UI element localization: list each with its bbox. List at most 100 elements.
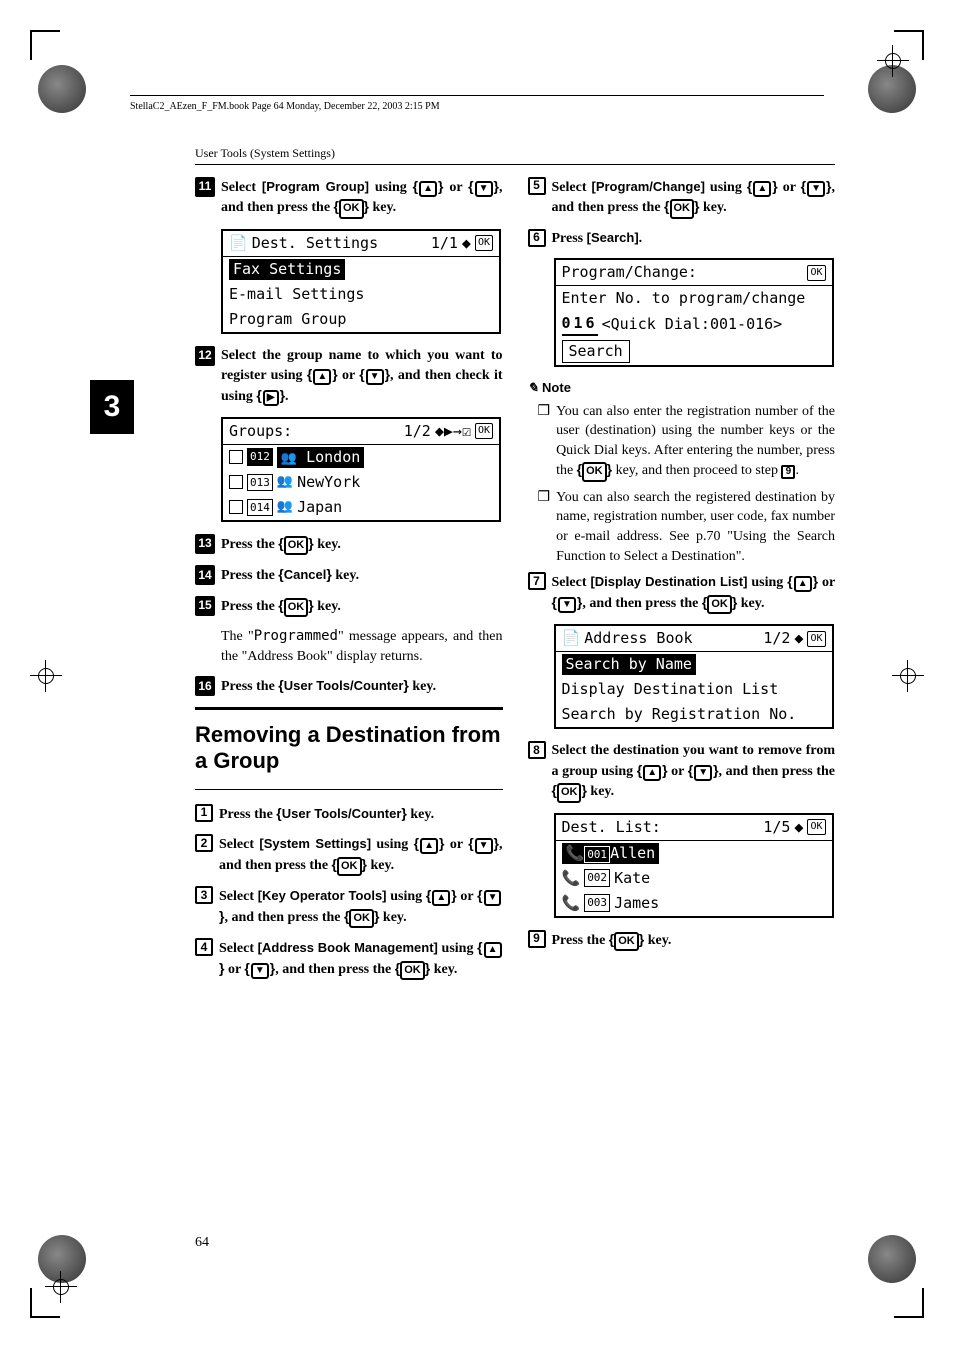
note-heading: ✎ Note xyxy=(528,379,836,397)
crop-mark xyxy=(30,30,60,60)
step-a2: 2 Select [System Settings] using {▲} or … xyxy=(195,834,503,876)
lcd-item: Enter No. to program/change xyxy=(556,286,832,311)
header-text: StellaC2_AEzen_F_FM.book Page 64 Monday,… xyxy=(130,100,440,114)
lcd-badge: 012 xyxy=(247,448,273,465)
step-number-icon: 1 xyxy=(195,804,213,822)
section-rule xyxy=(195,789,503,790)
lcd-hint: <Quick Dial:001-016> xyxy=(602,314,783,335)
lcd-badge: 002 xyxy=(584,869,610,886)
step-text: Press the {OK} key. xyxy=(221,596,503,617)
step-a9: 9 Press the {OK} key. xyxy=(528,930,836,951)
lcd-dest-list: Dest. List:1/5◆OK 📞001Allen 📞002Kate 📞00… xyxy=(554,813,834,918)
step-a5: 5 Select [Program/Change] using {▲} or {… xyxy=(528,177,836,219)
step-number-icon: 13 xyxy=(195,534,215,554)
step-a6: 6 Press [Search]. xyxy=(528,229,836,249)
left-column: 11 Select [Program Group] using {▲} or {… xyxy=(195,177,503,990)
step-text: Select the group name to which you want … xyxy=(221,346,503,407)
lcd-item-selected: Allen xyxy=(610,844,655,862)
lcd-title: Program/Change: xyxy=(562,262,697,283)
step-number-icon: 6 xyxy=(528,229,546,247)
step-number-icon: 7 xyxy=(528,572,546,590)
running-head: User Tools (System Settings) xyxy=(195,145,835,165)
lcd-item: E-mail Settings xyxy=(223,282,499,307)
registration-mark xyxy=(877,45,909,77)
section-heading: Removing a Destination from a Group xyxy=(195,722,503,775)
step-13: 13 Press the {OK} key. xyxy=(195,534,503,555)
lcd-item: NewYork xyxy=(297,472,360,493)
step-text: Press the {OK} key. xyxy=(221,534,503,555)
lcd-item: Program Group xyxy=(223,307,499,332)
lcd-number-input: 016 xyxy=(562,313,598,336)
step-text: Select [Program Group] using {▲} or {▼},… xyxy=(221,177,503,219)
lcd-groups: Groups:1/2◆▶→☑OK 012👥 London 013👥 NewYor… xyxy=(221,417,501,522)
lcd-item: Japan xyxy=(297,497,342,518)
step-a8: 8 Select the destination you want to rem… xyxy=(528,741,836,803)
step-number-icon: 2 xyxy=(195,834,213,852)
step-text: Press the {Cancel} key. xyxy=(221,565,503,586)
step-text: Press the {User Tools/Counter} key. xyxy=(221,676,503,697)
registration-mark xyxy=(892,660,924,692)
step-15-body: The "Programmed" message appears, and th… xyxy=(221,627,503,666)
step-number-icon: 4 xyxy=(195,938,213,956)
step-a7: 7 Select [Display Destination List] usin… xyxy=(528,572,836,614)
section-rule xyxy=(195,707,503,710)
step-text: Select the destination you want to remov… xyxy=(552,741,836,803)
step-text: Select [Display Destination List] using … xyxy=(552,572,836,614)
step-a1: 1 Press the {User Tools/Counter} key. xyxy=(195,804,503,825)
step-number-icon: 16 xyxy=(195,676,215,696)
step-a3: 3 Select [Key Operator Tools] using {▲} … xyxy=(195,886,503,928)
step-text: Select [Address Book Management] using {… xyxy=(219,938,503,980)
chapter-tab: 3 xyxy=(90,380,134,434)
lcd-item-selected: Search by Name xyxy=(562,654,696,675)
lcd-badge: 013 xyxy=(247,474,273,491)
registration-mark xyxy=(45,1271,77,1303)
step-number-icon: 5 xyxy=(528,177,546,195)
lcd-item: Search by Registration No. xyxy=(556,702,832,727)
step-number-icon: 15 xyxy=(195,596,215,616)
corner-decoration xyxy=(868,1235,916,1283)
step-a4: 4 Select [Address Book Management] using… xyxy=(195,938,503,980)
step-text: Press [Search]. xyxy=(552,229,836,249)
lcd-item: James xyxy=(614,893,659,914)
corner-decoration xyxy=(38,65,86,113)
lcd-item: Kate xyxy=(614,868,650,889)
lcd-address-book: 📄Address Book1/2◆OK Search by Name Displ… xyxy=(554,624,834,729)
lcd-item-selected: London xyxy=(306,448,360,466)
header-rule xyxy=(130,95,824,96)
lcd-dest-settings: 📄Dest. Settings1/1◆OK Fax Settings E-mai… xyxy=(221,229,501,334)
note-item: ❒You can also enter the registration num… xyxy=(538,402,836,482)
lcd-page: 1/1 xyxy=(431,233,458,254)
step-12: 12 Select the group name to which you wa… xyxy=(195,346,503,407)
crop-mark xyxy=(894,1288,924,1318)
lcd-title: Groups: xyxy=(229,421,292,442)
step-text: Press the {User Tools/Counter} key. xyxy=(219,804,503,825)
lcd-program-change: Program/Change:OK Enter No. to program/c… xyxy=(554,258,834,367)
note-item: ❒You can also search the registered dest… xyxy=(538,488,836,566)
lcd-page: 1/5 xyxy=(763,817,790,838)
lcd-item: Display Destination List xyxy=(556,677,832,702)
step-number-icon: 8 xyxy=(528,741,546,759)
lcd-badge: 003 xyxy=(584,894,610,911)
step-text: Select [Program/Change] using {▲} or {▼}… xyxy=(552,177,836,219)
step-number-icon: 9 xyxy=(528,930,546,948)
lcd-badge: 001 xyxy=(584,846,610,863)
lcd-page: 1/2 xyxy=(404,421,431,442)
lcd-title: Address Book xyxy=(584,628,692,649)
step-number-icon: 3 xyxy=(195,886,213,904)
right-column: 5 Select [Program/Change] using {▲} or {… xyxy=(528,177,836,990)
lcd-title: Dest. List: xyxy=(562,817,661,838)
registration-mark xyxy=(30,660,62,692)
step-11: 11 Select [Program Group] using {▲} or {… xyxy=(195,177,503,219)
lcd-page: 1/2 xyxy=(763,628,790,649)
lcd-title: Dest. Settings xyxy=(252,233,378,254)
lcd-button: Search xyxy=(562,340,630,363)
step-text: Select [System Settings] using {▲} or {▼… xyxy=(219,834,503,876)
lcd-badge: 014 xyxy=(247,499,273,516)
step-16: 16 Press the {User Tools/Counter} key. xyxy=(195,676,503,697)
step-number-icon: 14 xyxy=(195,565,215,585)
lcd-item-selected: Fax Settings xyxy=(229,259,345,280)
step-text: Press the {OK} key. xyxy=(552,930,836,951)
step-number-icon: 12 xyxy=(195,346,215,366)
step-number-icon: 11 xyxy=(195,177,215,197)
step-text: Select [Key Operator Tools] using {▲} or… xyxy=(219,886,503,928)
